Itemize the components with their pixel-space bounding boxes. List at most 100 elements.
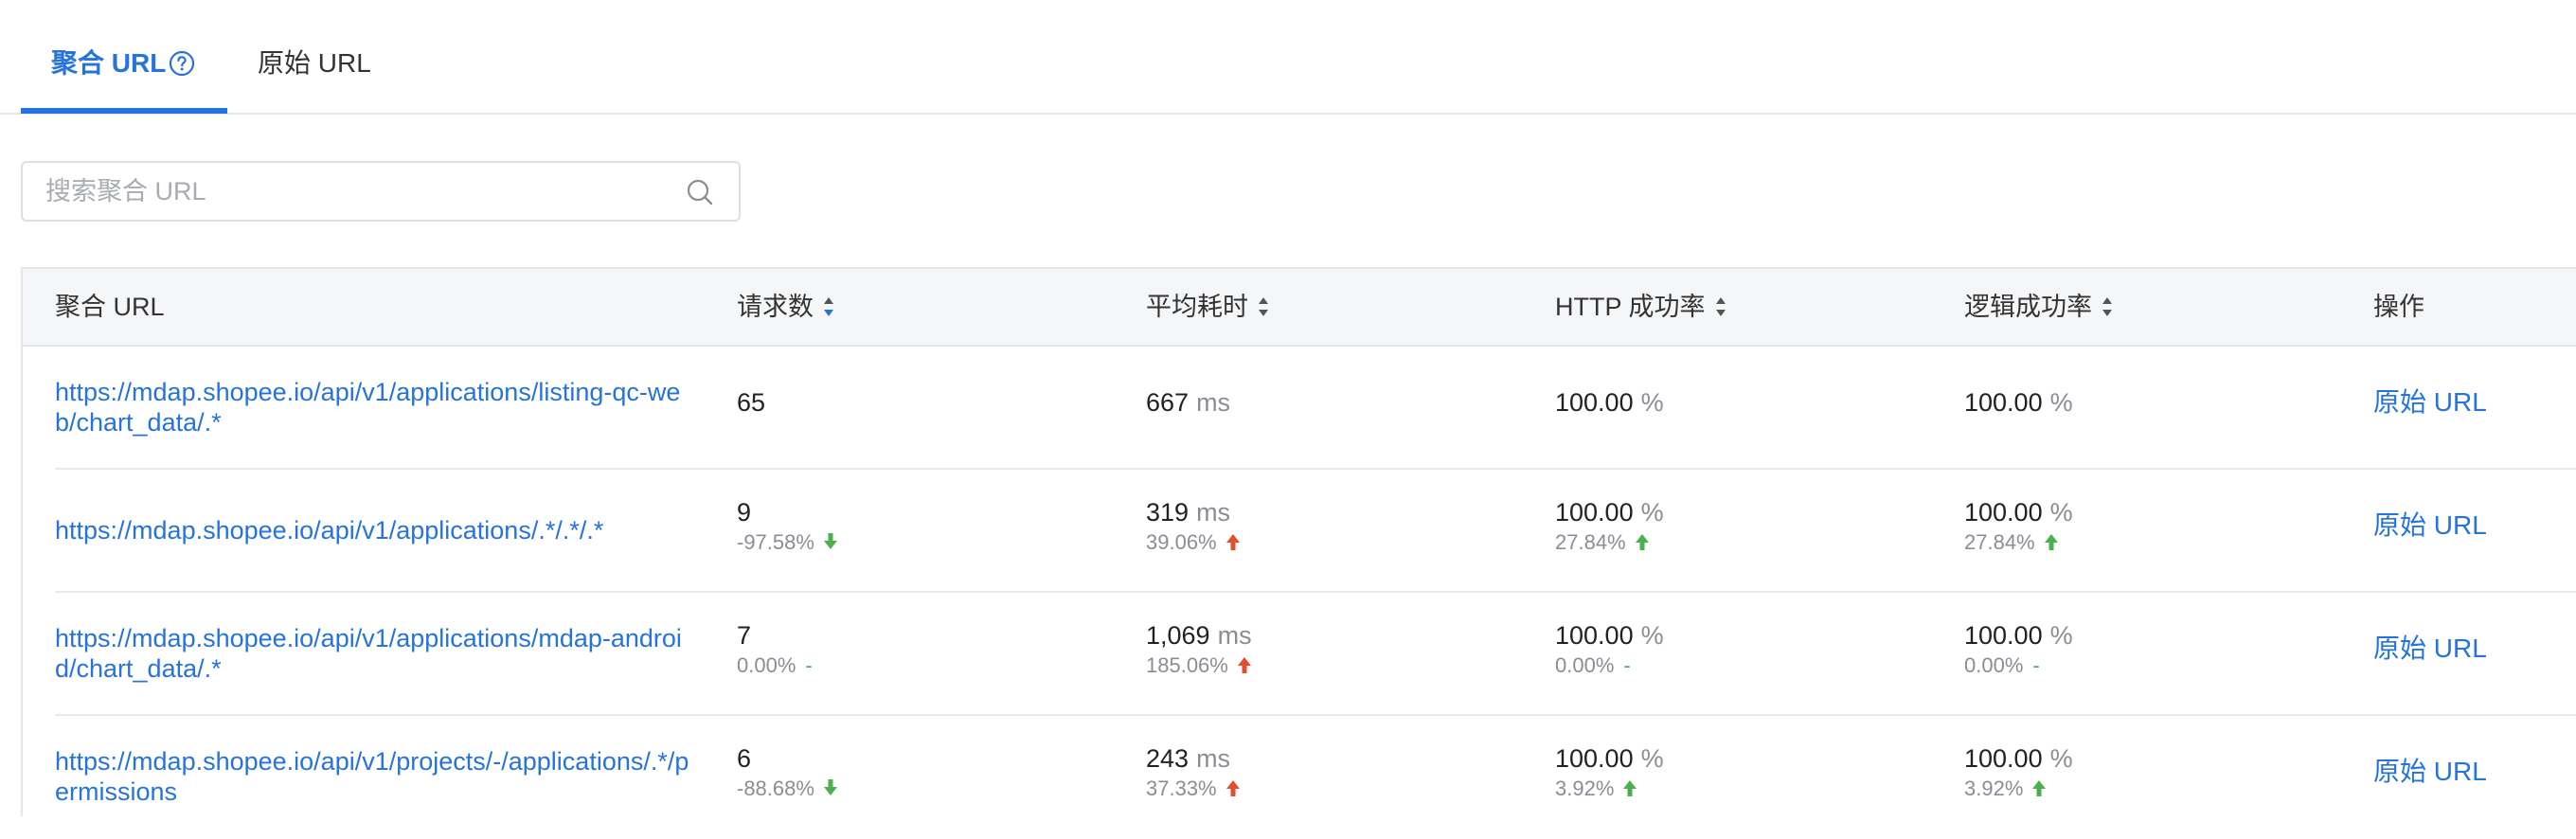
no-change-dash: -: [1623, 653, 1631, 677]
logic-rate-value: 100.00: [1964, 388, 2043, 417]
logic-rate-value: 100.00: [1964, 498, 2043, 527]
requests-delta: -97.58%: [737, 530, 814, 554]
column-header-avg-time-label: 平均耗时: [1146, 293, 1248, 321]
avg-time-cell: 319 ms 39.06%: [1146, 496, 1240, 557]
aggregate-url-link[interactable]: https://mdap.shopee.io/api/v1/projects/-…: [55, 746, 699, 807]
column-header-logic-rate-label: 逻辑成功率: [1964, 293, 2092, 321]
column-header-actions: 操作: [2373, 293, 2424, 321]
sort-caret-icon[interactable]: [823, 296, 834, 317]
search-icon[interactable]: [686, 178, 714, 206]
requests-value: 9: [737, 498, 752, 527]
http-rate-delta: 27.84%: [1555, 530, 1626, 554]
logic-rate-cell: 100.00% 0.00% -: [1964, 619, 2073, 680]
http-rate-unit: %: [1640, 744, 1664, 773]
http-rate-unit: %: [1640, 498, 1664, 527]
avg-time-cell: 243 ms 37.33%: [1146, 742, 1240, 803]
arrow-up-icon: [1623, 780, 1637, 797]
requests-delta: -88.68%: [737, 777, 814, 800]
avg-time-delta: 39.06%: [1146, 530, 1217, 554]
table-header: 聚合 URL 请求数 平均耗时 HTTP 成功率 逻辑成功率 操作: [23, 269, 2576, 347]
raw-url-action-link[interactable]: 原始 URL: [2373, 632, 2487, 666]
column-header-http-rate-label: HTTP 成功率: [1555, 293, 1706, 321]
logic-rate-delta: 27.84%: [1964, 530, 2035, 554]
sort-caret-icon[interactable]: [1258, 296, 1269, 317]
logic-rate-unit: %: [2049, 498, 2073, 527]
arrow-up-icon: [1635, 534, 1649, 551]
aggregate-url-table: 聚合 URL 请求数 平均耗时 HTTP 成功率 逻辑成功率 操作 https:…: [21, 267, 2576, 816]
avg-time-value: 1,069: [1146, 621, 1210, 650]
raw-url-action-link[interactable]: 原始 URL: [2373, 755, 2487, 789]
logic-rate-value: 100.00: [1964, 744, 2043, 773]
raw-url-action-link[interactable]: 原始 URL: [2373, 509, 2487, 543]
http-rate-delta: 3.92%: [1555, 777, 1615, 800]
http-rate-delta: 0.00%: [1555, 653, 1615, 677]
column-header-logic-rate[interactable]: 逻辑成功率: [1964, 290, 2113, 324]
avg-time-cell: 1,069 ms 185.06%: [1146, 619, 1252, 680]
aggregate-url-link[interactable]: https://mdap.shopee.io/api/v1/applicatio…: [55, 377, 699, 437]
avg-time-delta: 185.06%: [1146, 653, 1228, 677]
http-rate-cell: 100.00% 27.84%: [1555, 496, 1664, 557]
arrow-up-icon: [1225, 534, 1240, 551]
logic-rate-delta: 0.00%: [1964, 653, 2024, 677]
logic-rate-unit: %: [2049, 621, 2073, 650]
avg-time-value: 667: [1146, 388, 1190, 417]
http-rate-value: 100.00: [1555, 498, 1634, 527]
http-rate-unit: %: [1640, 621, 1664, 650]
search-box: [21, 161, 741, 222]
sort-caret-icon[interactable]: [2102, 296, 2113, 317]
table-row: https://mdap.shopee.io/api/v1/projects/-…: [23, 716, 2576, 839]
column-header-requests[interactable]: 请求数: [737, 290, 834, 324]
http-rate-cell: 100.00% 0.00% -: [1555, 619, 1664, 680]
logic-rate-cell: 100.00% 27.84%: [1964, 496, 2073, 557]
column-header-requests-label: 请求数: [737, 293, 814, 321]
avg-time-delta: 37.33%: [1146, 777, 1217, 800]
http-rate-value: 100.00: [1555, 388, 1634, 417]
arrow-up-icon: [2044, 534, 2058, 551]
requests-delta: 0.00%: [737, 653, 796, 677]
logic-rate-cell: 100.00% 3.92%: [1964, 742, 2073, 803]
requests-cell: 6 -88.68%: [737, 742, 837, 803]
logic-rate-unit: %: [2049, 388, 2073, 417]
arrow-down-icon: [823, 779, 837, 796]
requests-cell: 65: [737, 386, 765, 419]
requests-cell: 7 0.00% -: [737, 619, 813, 680]
http-rate-cell: 100.00%: [1555, 386, 1664, 419]
column-header-avg-time[interactable]: 平均耗时: [1146, 290, 1269, 324]
arrow-up-icon: [1225, 780, 1240, 797]
avg-time-value: 243: [1146, 744, 1190, 773]
requests-value: 7: [737, 621, 752, 650]
http-rate-unit: %: [1640, 388, 1664, 417]
sort-caret-icon[interactable]: [1715, 296, 1726, 317]
requests-value: 65: [737, 388, 766, 417]
tab-raw-url[interactable]: 原始 URL: [258, 45, 371, 82]
requests-value: 6: [737, 744, 752, 773]
http-rate-cell: 100.00% 3.92%: [1555, 742, 1664, 803]
column-header-http-rate[interactable]: HTTP 成功率: [1555, 290, 1726, 324]
table-row: https://mdap.shopee.io/api/v1/applicatio…: [23, 347, 2576, 470]
http-rate-value: 100.00: [1555, 621, 1634, 650]
active-tab-indicator: [21, 108, 227, 114]
search-input[interactable]: [45, 163, 671, 220]
raw-url-action-link[interactable]: 原始 URL: [2373, 385, 2487, 420]
requests-cell: 9 -97.58%: [737, 496, 837, 557]
no-change-dash: -: [2032, 653, 2040, 677]
http-rate-value: 100.00: [1555, 744, 1634, 773]
question-circle-icon[interactable]: [169, 50, 195, 77]
logic-rate-value: 100.00: [1964, 621, 2043, 650]
avg-time-unit: ms: [1217, 621, 1252, 650]
tab-aggregate-url[interactable]: 聚合 URL: [51, 45, 166, 82]
logic-rate-unit: %: [2049, 744, 2073, 773]
aggregate-url-link[interactable]: https://mdap.shopee.io/api/v1/applicatio…: [55, 623, 699, 684]
avg-time-cell: 667 ms: [1146, 386, 1230, 419]
table-row: https://mdap.shopee.io/api/v1/applicatio…: [23, 593, 2576, 716]
table-row: https://mdap.shopee.io/api/v1/applicatio…: [23, 470, 2576, 593]
no-change-dash: -: [805, 653, 813, 677]
logic-rate-cell: 100.00%: [1964, 386, 2073, 419]
avg-time-value: 319: [1146, 498, 1190, 527]
avg-time-unit: ms: [1196, 388, 1231, 417]
aggregate-url-link[interactable]: https://mdap.shopee.io/api/v1/applicatio…: [55, 515, 699, 545]
logic-rate-delta: 3.92%: [1964, 777, 2024, 800]
arrow-up-icon: [1237, 657, 1251, 674]
avg-time-unit: ms: [1196, 498, 1231, 527]
arrow-down-icon: [823, 533, 837, 550]
